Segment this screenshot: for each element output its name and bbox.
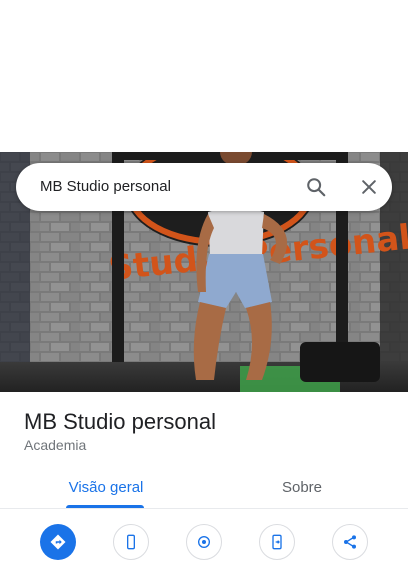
search-button[interactable] [302, 173, 330, 201]
place-category: Academia [24, 437, 87, 453]
place-name: MB Studio personal [24, 409, 216, 434]
tab-about[interactable]: Sobre [234, 466, 370, 508]
send-to-phone-icon [272, 534, 282, 550]
search-input[interactable]: MB Studio personal [40, 178, 171, 195]
tab-overview[interactable]: Visão geral [38, 466, 174, 508]
call-button[interactable] [113, 524, 149, 560]
directions-icon [50, 534, 66, 550]
place-tabs: Visão geral Sobre [0, 466, 408, 509]
search-bar[interactable]: MB Studio personal [16, 163, 392, 211]
action-buttons [0, 524, 408, 564]
phone-icon [127, 534, 135, 550]
clear-search-button[interactable] [355, 173, 383, 201]
search-icon [307, 178, 326, 197]
close-icon [362, 180, 376, 194]
active-tab-indicator [66, 505, 144, 508]
blank-area [0, 0, 408, 152]
nearby-button[interactable] [186, 524, 222, 560]
share-button[interactable] [332, 524, 368, 560]
nearby-icon [198, 536, 210, 548]
send-to-phone-button[interactable] [259, 524, 295, 560]
share-icon [344, 535, 356, 549]
directions-button[interactable] [40, 524, 76, 560]
